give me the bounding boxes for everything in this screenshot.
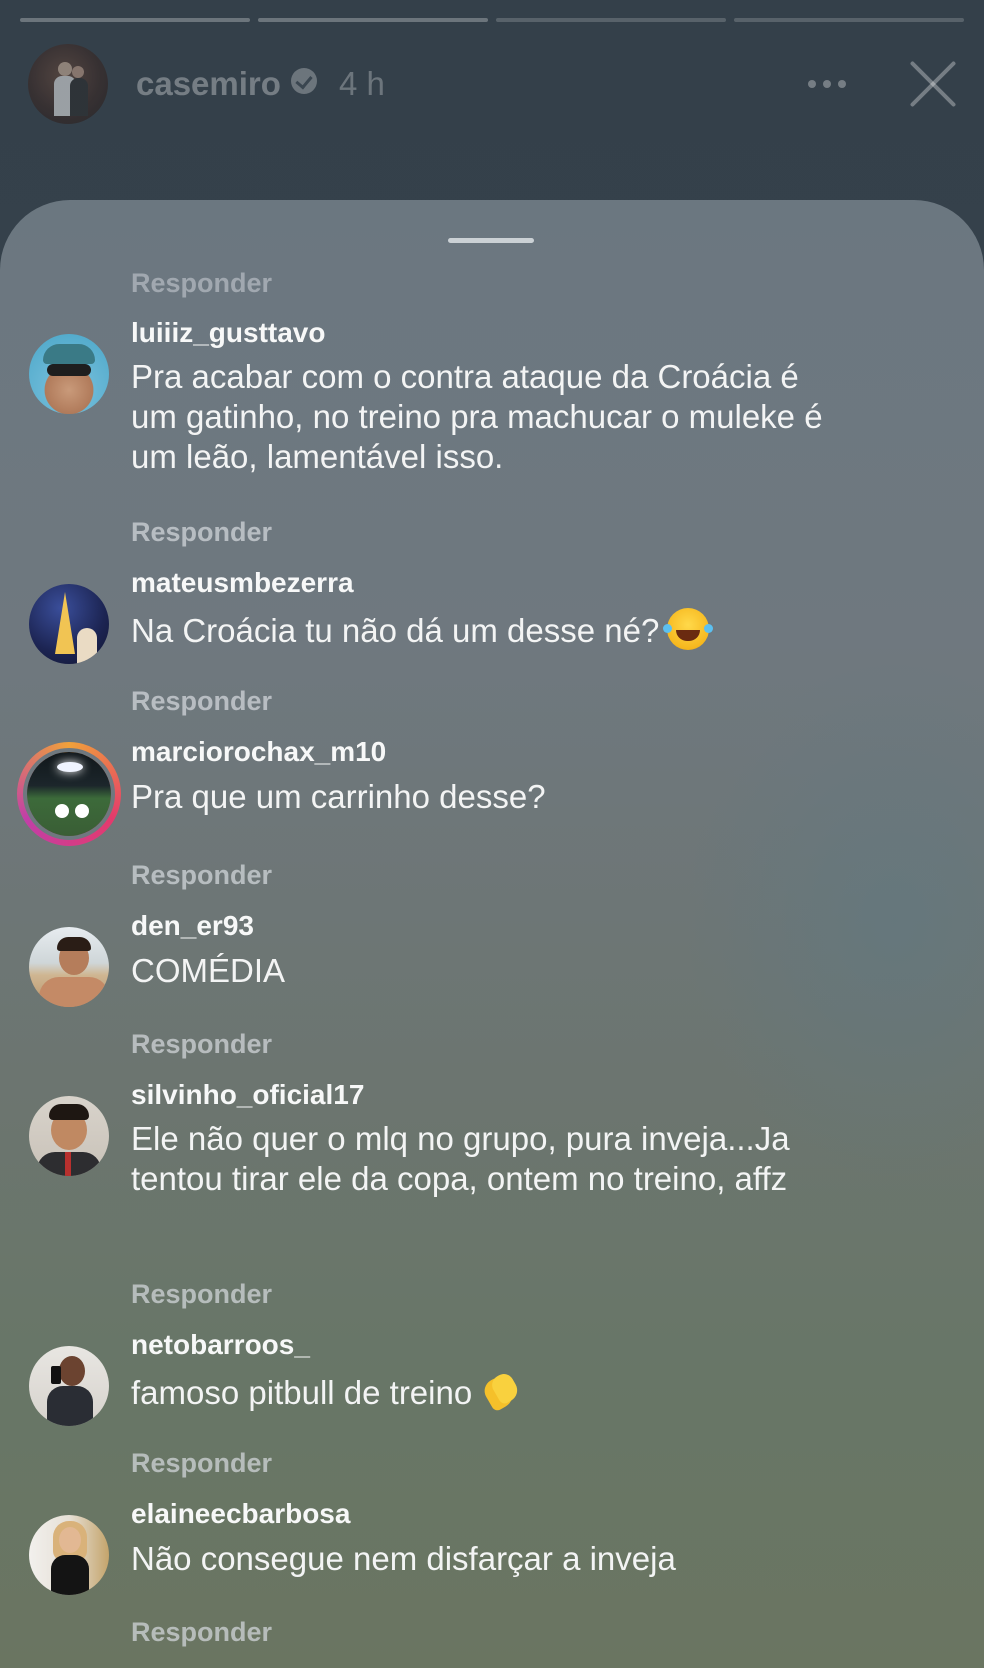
story-author-avatar[interactable] bbox=[28, 44, 108, 124]
comment-text: Pra que um carrinho desse? bbox=[131, 778, 546, 815]
commenter-username[interactable]: mateusmbezerra bbox=[131, 567, 354, 599]
commenter-avatar-with-story-ring[interactable] bbox=[17, 742, 121, 846]
sheet-drag-handle[interactable] bbox=[448, 238, 534, 243]
commenter-avatar[interactable] bbox=[29, 584, 109, 664]
reply-button[interactable]: Responder bbox=[131, 1279, 272, 1310]
clapping-hands-icon bbox=[480, 1370, 520, 1412]
comment-text: COMÉDIA bbox=[131, 952, 286, 989]
story-author-username[interactable]: casemiro bbox=[136, 65, 281, 103]
face-with-tears-of-joy-icon bbox=[663, 608, 710, 650]
commenter-username[interactable]: den_er93 bbox=[131, 910, 254, 942]
commenter-username[interactable]: marciorochax_m10 bbox=[131, 736, 386, 768]
comment-text: Na Croácia tu não dá um desse né? bbox=[131, 608, 851, 651]
commenter-avatar[interactable] bbox=[29, 334, 109, 414]
progress-segment bbox=[20, 18, 250, 22]
reply-button[interactable]: Responder bbox=[131, 860, 272, 891]
verified-badge-icon bbox=[290, 68, 317, 94]
commenter-username[interactable]: silvinho_oficial17 bbox=[131, 1079, 364, 1111]
reply-button[interactable]: Responder bbox=[131, 1448, 272, 1479]
commenter-username[interactable]: netobarroos_ bbox=[131, 1329, 310, 1361]
close-icon[interactable] bbox=[906, 59, 956, 109]
reply-button[interactable]: Responder bbox=[131, 1617, 272, 1648]
comment-text: Ele não quer o mlq no grupo, pura inveja… bbox=[131, 1120, 790, 1197]
commenter-avatar[interactable] bbox=[29, 927, 109, 1007]
commenter-avatar[interactable] bbox=[29, 1346, 109, 1426]
comment-text-body: famoso pitbull de treino bbox=[131, 1374, 473, 1411]
comment-text: famoso pitbull de treino bbox=[131, 1370, 851, 1413]
more-options-icon[interactable] bbox=[808, 80, 846, 88]
progress-segment bbox=[734, 18, 964, 22]
story-timestamp: 4 h bbox=[338, 65, 385, 102]
story-header: casemiro 4 h bbox=[28, 44, 956, 124]
commenter-avatar[interactable] bbox=[29, 1515, 109, 1595]
reply-button[interactable]: Responder bbox=[131, 686, 272, 717]
comments-sheet: Responder luiiiz_gusttavo Pra acabar com… bbox=[0, 200, 984, 1668]
reply-button[interactable]: Responder bbox=[131, 1029, 272, 1060]
progress-segment bbox=[258, 18, 488, 22]
commenter-username[interactable]: elaineecbarbosa bbox=[131, 1498, 350, 1530]
comment-text-body: Na Croácia tu não dá um desse né? bbox=[131, 612, 660, 649]
reply-button[interactable]: Responder bbox=[131, 268, 272, 299]
story-progress-bar bbox=[20, 18, 964, 23]
comment-text: Não consegue nem disfarçar a inveja bbox=[131, 1540, 676, 1577]
comment-text: Pra acabar com o contra ataque da Croáci… bbox=[131, 358, 823, 475]
progress-segment bbox=[496, 18, 726, 22]
commenter-username[interactable]: luiiiz_gusttavo bbox=[131, 317, 325, 349]
reply-button[interactable]: Responder bbox=[131, 517, 272, 548]
commenter-avatar[interactable] bbox=[29, 1096, 109, 1176]
